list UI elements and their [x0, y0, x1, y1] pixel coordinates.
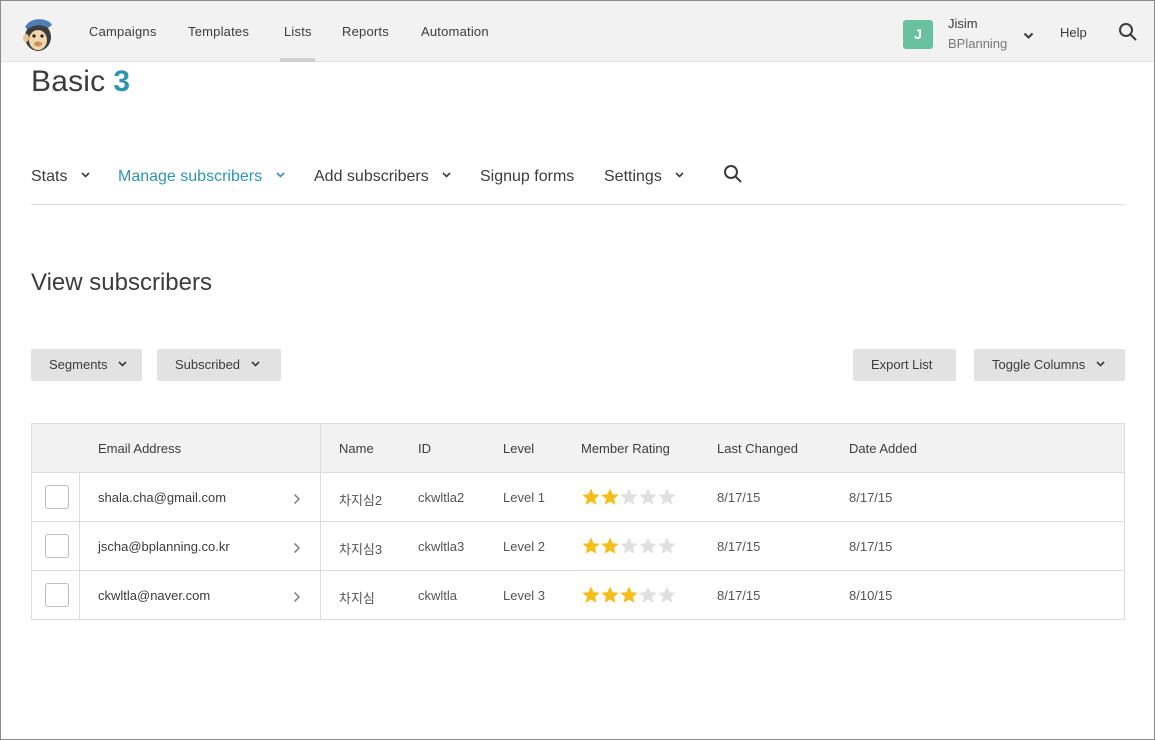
subscribed-filter-button[interactable]: Subscribed [157, 349, 281, 381]
export-list-button[interactable]: Export List [853, 349, 956, 381]
chevron-down-icon[interactable] [1023, 27, 1034, 39]
name-cell: 차지심2 [339, 493, 383, 508]
column-header-name[interactable]: Name [339, 441, 374, 456]
star-filled-icon [581, 585, 601, 605]
subscribers-table: Email Address Name ID Level Member Ratin… [31, 423, 1125, 620]
topnav-automation[interactable]: Automation [421, 24, 489, 39]
subnav-manage-subscribers[interactable]: Manage subscribers [118, 168, 285, 186]
star-empty-icon [657, 585, 677, 605]
star-filled-icon [581, 487, 601, 507]
chevron-down-icon [81, 172, 90, 178]
star-empty-icon [638, 585, 658, 605]
toggle-columns-button[interactable]: Toggle Columns [974, 349, 1125, 381]
id-cell: ckwltla [418, 588, 458, 603]
top-navigation-bar: Campaigns Templates Lists Reports Automa… [1, 1, 1154, 62]
last-changed-cell: 8/17/15 [717, 539, 761, 554]
star-filled-icon [600, 536, 620, 556]
subnav-label: Add subscribers [314, 168, 429, 185]
subnav-label: Settings [604, 168, 662, 185]
column-header-id[interactable]: ID [418, 441, 431, 456]
chevron-down-icon [675, 172, 684, 178]
button-label: Subscribed [175, 357, 241, 372]
list-subnav: Stats Manage subscribers Add subscribers… [31, 151, 1125, 205]
subnav-label: Manage subscribers [118, 168, 263, 185]
column-header-level[interactable]: Level [503, 441, 534, 456]
column-header-email[interactable]: Email Address [98, 441, 181, 456]
email-cell[interactable]: jscha@bplanning.co.kr [98, 539, 230, 554]
date-added-cell: 8/17/15 [849, 539, 893, 554]
last-changed-cell: 8/17/15 [717, 588, 761, 603]
date-added-cell: 8/17/15 [849, 490, 893, 505]
star-filled-icon [619, 585, 639, 605]
chevron-right-icon[interactable] [293, 590, 301, 603]
active-tab-indicator [280, 58, 315, 62]
id-cell: ckwltla3 [418, 539, 465, 554]
table-row[interactable]: shala.cha@gmail.com 차지심2 ckwltla2 Level … [32, 473, 1124, 522]
topnav-templates[interactable]: Templates [188, 24, 249, 39]
table-row[interactable]: ckwltla@naver.com 차지심 ckwltla Level 3 8/… [32, 571, 1124, 620]
row-checkbox[interactable] [45, 485, 69, 509]
last-changed-cell: 8/17/15 [717, 490, 761, 505]
star-empty-icon [638, 487, 658, 507]
user-org[interactable]: BPlanning [948, 36, 1007, 51]
search-icon[interactable] [723, 164, 743, 184]
star-empty-icon [657, 536, 677, 556]
subnav-settings[interactable]: Settings [604, 168, 684, 186]
user-name[interactable]: Jisim [948, 16, 978, 31]
chevron-right-icon[interactable] [293, 492, 301, 505]
date-added-cell: 8/10/15 [849, 588, 893, 603]
chevron-down-icon [1096, 361, 1105, 367]
chevron-down-icon [118, 361, 127, 367]
subscriber-count: 3 [113, 65, 131, 98]
chevron-down-icon [275, 172, 285, 178]
level-cell: Level 2 [503, 539, 545, 554]
email-cell[interactable]: shala.cha@gmail.com [98, 490, 226, 505]
subnav-add-subscribers[interactable]: Add subscribers [314, 168, 451, 186]
search-icon[interactable] [1118, 22, 1138, 42]
chevron-down-icon [251, 361, 260, 367]
table-header: Email Address Name ID Level Member Ratin… [32, 424, 1124, 473]
subnav-signup-forms[interactable]: Signup forms [480, 168, 574, 186]
star-filled-icon [600, 585, 620, 605]
chevron-down-icon [442, 172, 451, 178]
help-link[interactable]: Help [1060, 25, 1087, 40]
mailchimp-logo-icon[interactable] [21, 15, 55, 53]
topnav-reports[interactable]: Reports [342, 24, 389, 39]
email-cell[interactable]: ckwltla@naver.com [98, 588, 210, 603]
button-label: Segments [49, 357, 108, 372]
row-checkbox[interactable] [45, 534, 69, 558]
member-rating-stars [581, 585, 676, 605]
star-empty-icon [619, 487, 639, 507]
star-empty-icon [619, 536, 639, 556]
member-rating-stars [581, 487, 676, 507]
button-label: Toggle Columns [992, 357, 1086, 372]
column-header-date-added[interactable]: Date Added [849, 441, 917, 456]
topnav-campaigns[interactable]: Campaigns [89, 24, 157, 39]
column-header-last-changed[interactable]: Last Changed [717, 441, 798, 456]
user-avatar[interactable]: J [903, 20, 933, 49]
level-cell: Level 3 [503, 588, 545, 603]
column-header-member-rating[interactable]: Member Rating [581, 441, 670, 456]
section-title: View subscribers [31, 269, 212, 296]
level-cell: Level 1 [503, 490, 545, 505]
name-cell: 차지심3 [339, 542, 383, 557]
chevron-right-icon[interactable] [293, 541, 301, 554]
segments-button[interactable]: Segments [31, 349, 142, 381]
page-title: Basic 3 [31, 65, 130, 99]
star-empty-icon [657, 487, 677, 507]
id-cell: ckwltla2 [418, 490, 465, 505]
star-filled-icon [600, 487, 620, 507]
topnav-lists[interactable]: Lists [284, 24, 312, 39]
member-rating-stars [581, 536, 676, 556]
star-filled-icon [581, 536, 601, 556]
subnav-stats[interactable]: Stats [31, 168, 90, 186]
row-checkbox[interactable] [45, 583, 69, 607]
name-cell: 차지심 [339, 591, 375, 606]
star-empty-icon [638, 536, 658, 556]
list-name: Basic [31, 65, 106, 98]
subnav-label: Stats [31, 168, 68, 185]
table-row[interactable]: jscha@bplanning.co.kr 차지심3 ckwltla3 Leve… [32, 522, 1124, 571]
